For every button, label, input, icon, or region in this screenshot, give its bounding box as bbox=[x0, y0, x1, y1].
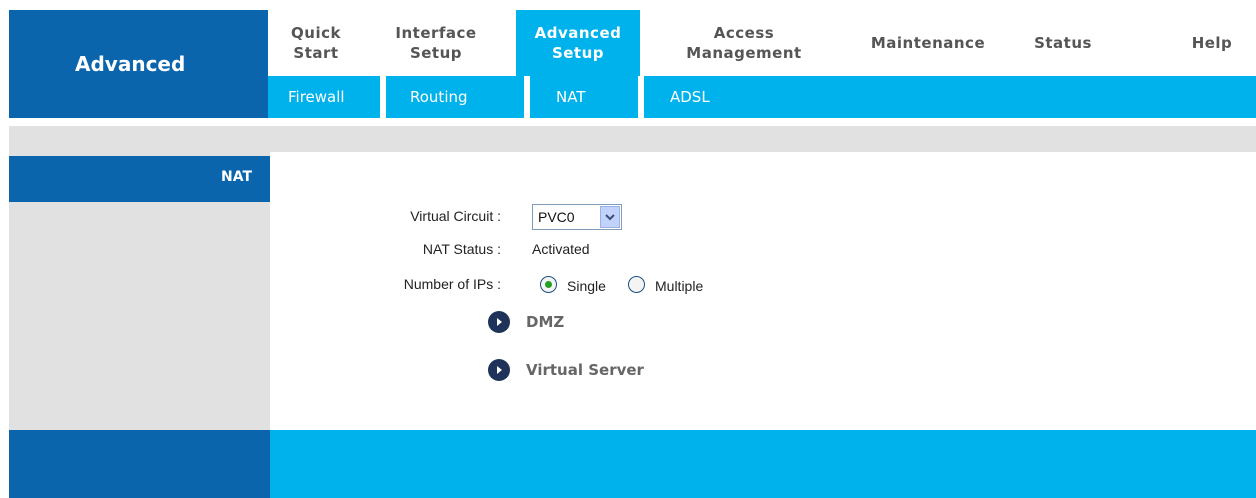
section-title: NAT bbox=[220, 169, 252, 185]
play-circle-icon bbox=[488, 359, 510, 381]
footer-left bbox=[9, 430, 270, 498]
virtual-circuit-label: Virtual Circuit : bbox=[410, 208, 501, 224]
subnav-firewall[interactable]: Firewall bbox=[288, 76, 345, 118]
divider-band bbox=[9, 126, 1256, 152]
virtual-server-link[interactable]: Virtual Server bbox=[488, 359, 644, 381]
radio-multiple[interactable] bbox=[628, 276, 645, 293]
virtual-circuit-select[interactable]: PVC0 bbox=[532, 204, 622, 230]
subnav-separator bbox=[380, 76, 386, 118]
nat-status-label: NAT Status : bbox=[422, 241, 501, 257]
router-admin-page: Advanced Quick Start Interface Setup Adv… bbox=[0, 0, 1256, 498]
play-circle-icon bbox=[488, 311, 510, 333]
sub-nav: Firewall Routing NAT ADSL bbox=[268, 76, 1256, 118]
section-title-bar: NAT bbox=[9, 156, 270, 202]
nav-advanced-setup[interactable]: Advanced Setup bbox=[516, 10, 640, 76]
virtual-server-link-text[interactable]: Virtual Server bbox=[526, 361, 644, 379]
virtual-circuit-value: PVC0 bbox=[538, 209, 575, 225]
chevron-down-icon[interactable] bbox=[600, 206, 620, 228]
subnav-separator bbox=[524, 76, 530, 118]
nav-status[interactable]: Status bbox=[1018, 10, 1108, 76]
nat-status-value: Activated bbox=[532, 241, 590, 257]
nav-quick-start[interactable]: Quick Start bbox=[268, 10, 364, 76]
radio-single-label[interactable]: Single bbox=[567, 278, 606, 294]
header: Advanced Quick Start Interface Setup Adv… bbox=[0, 0, 1256, 118]
brand-panel: Advanced bbox=[9, 10, 268, 118]
main-nav: Quick Start Interface Setup Advanced Set… bbox=[268, 10, 1256, 76]
radio-single[interactable] bbox=[540, 276, 557, 293]
nav-maintenance[interactable]: Maintenance bbox=[848, 10, 1008, 76]
subnav-adsl[interactable]: ADSL bbox=[670, 76, 710, 118]
nav-help[interactable]: Help bbox=[1168, 10, 1256, 76]
subnav-separator bbox=[638, 76, 644, 118]
nav-interface-setup[interactable]: Interface Setup bbox=[372, 10, 500, 76]
nat-content: Virtual Circuit : PVC0 NAT Status : Acti… bbox=[270, 152, 1256, 430]
dmz-link-text[interactable]: DMZ bbox=[526, 313, 564, 331]
subnav-nat[interactable]: NAT bbox=[556, 76, 585, 118]
subnav-routing[interactable]: Routing bbox=[410, 76, 468, 118]
footer-right bbox=[270, 430, 1256, 498]
number-of-ips-label: Number of IPs : bbox=[403, 276, 501, 292]
nav-access-management[interactable]: Access Management bbox=[664, 10, 824, 76]
radio-multiple-label[interactable]: Multiple bbox=[655, 278, 703, 294]
dmz-link[interactable]: DMZ bbox=[488, 311, 564, 333]
side-panel: NAT bbox=[9, 152, 270, 430]
brand-title: Advanced bbox=[75, 52, 186, 76]
